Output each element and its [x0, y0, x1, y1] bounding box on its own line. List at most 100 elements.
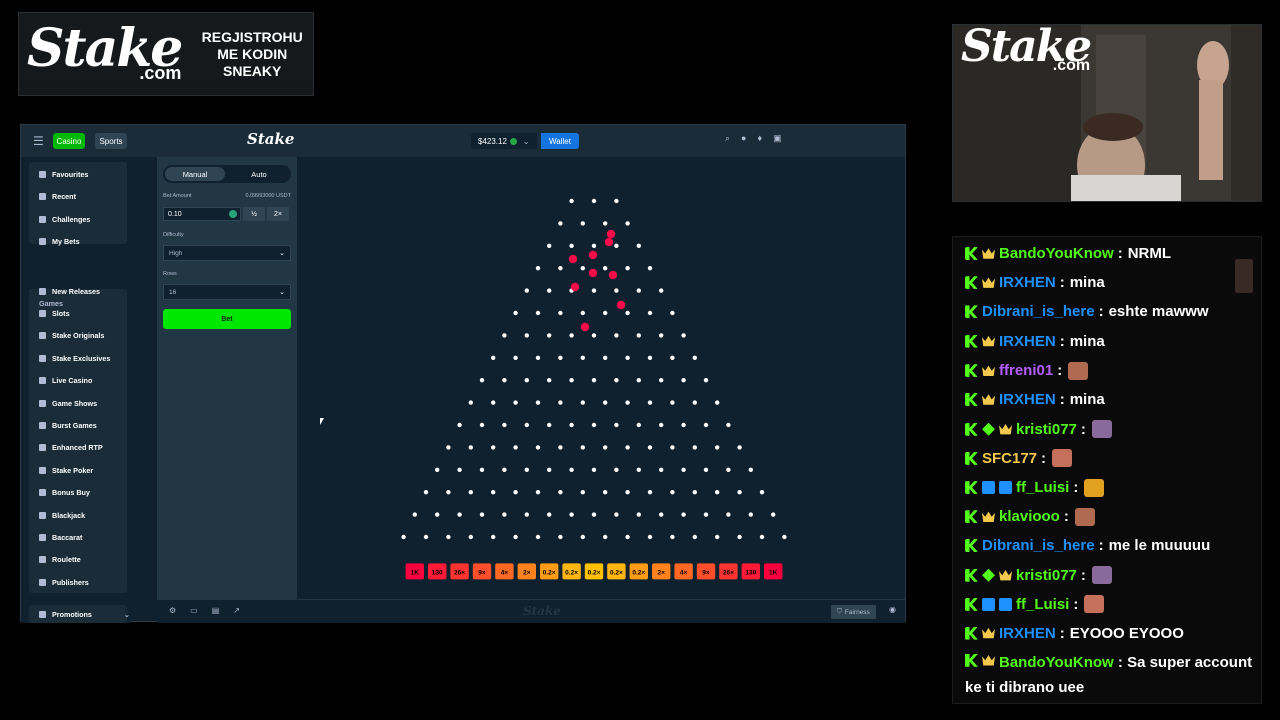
badge-crown-icon: [982, 365, 995, 376]
difficulty-select[interactable]: High ⌄: [163, 245, 291, 261]
chat-username[interactable]: kristi077: [1016, 421, 1077, 438]
baccarat-icon: [39, 533, 46, 541]
peg: [659, 512, 664, 517]
peg: [502, 333, 507, 338]
sidebar-item-favourites[interactable]: Favourites: [39, 167, 88, 181]
plinko-ball: [588, 250, 598, 260]
fairness-button[interactable]: ⛉ Fairness: [831, 605, 876, 619]
chat-separator: :: [1117, 245, 1123, 262]
notification-icon[interactable]: ♦: [757, 133, 762, 144]
chat-username[interactable]: ff_Luisi: [1016, 596, 1069, 613]
sidebar-item-roulette[interactable]: Roulette: [39, 553, 81, 567]
chat-username[interactable]: BandoYouKnow: [999, 245, 1114, 262]
settings-icon[interactable]: ⚙: [169, 606, 176, 615]
sidebar-item-burst-games[interactable]: Burst Games: [39, 418, 97, 432]
peg: [569, 512, 574, 517]
stats-icon[interactable]: ▤: [212, 606, 220, 615]
theatre-icon[interactable]: ▭: [190, 606, 198, 615]
chat-username[interactable]: ffreni01: [999, 362, 1053, 379]
plinko-ball: [588, 268, 598, 278]
menu-icon[interactable]: ☰: [33, 134, 44, 148]
peg: [603, 221, 608, 226]
chat-username[interactable]: IRXHEN: [999, 274, 1056, 291]
chat-username[interactable]: IRXHEN: [999, 391, 1056, 408]
peg: [591, 422, 597, 428]
plinko-ball: [608, 270, 618, 280]
peg: [603, 534, 608, 540]
currency-icon: [509, 137, 517, 145]
sidebar-item-stake-poker[interactable]: Stake Poker: [39, 463, 93, 477]
balance-display[interactable]: $423.12 ⌄: [471, 133, 537, 149]
peg: [513, 534, 518, 540]
multiplier-label: 4×: [501, 569, 509, 576]
chat-username[interactable]: kristi077: [1016, 567, 1077, 584]
sidebar-item-baccarat[interactable]: Baccarat: [39, 530, 82, 544]
sports-tab[interactable]: Sports: [95, 133, 127, 149]
sidebar-item-recent[interactable]: Recent: [39, 190, 76, 204]
chat-username[interactable]: BandoYouKnow: [999, 654, 1114, 671]
bet-amount-label: Bet Amount: [163, 193, 192, 199]
multiplier-label: 0.2×: [632, 569, 645, 576]
live-stats-icon[interactable]: ↗: [233, 606, 240, 615]
peg: [580, 221, 585, 226]
peg: [614, 198, 619, 204]
peg: [535, 310, 541, 316]
sidebar-item-label: Publishers: [52, 577, 89, 587]
wallet-button[interactable]: Wallet: [541, 133, 579, 149]
chat-text: NRML: [1127, 245, 1172, 262]
peg: [636, 512, 641, 517]
chat-username[interactable]: Dibrani_is_here: [982, 303, 1095, 320]
sidebar-item-stake-originals[interactable]: Stake Originals: [39, 329, 104, 343]
peg: [412, 512, 417, 517]
sidebar-item-label: New Releases: [52, 286, 100, 296]
chat-username[interactable]: klaviooo: [999, 508, 1060, 525]
headset-icon[interactable]: ◉: [889, 605, 896, 614]
half-button[interactable]: ½: [243, 207, 265, 221]
sidebar-item-new-releases[interactable]: New Releases: [39, 284, 100, 298]
emote-icon: [1091, 420, 1112, 439]
sidebar-item-live-casino[interactable]: Live Casino: [39, 374, 92, 388]
chat-text: mina: [1069, 332, 1105, 350]
bet-button[interactable]: Bet: [163, 309, 291, 329]
peg: [479, 422, 485, 428]
peg: [647, 266, 653, 271]
fairness-label: Fairness: [844, 608, 870, 616]
peg: [524, 333, 529, 338]
sidebar-item-stake-exclusives[interactable]: Stake Exclusives: [39, 351, 110, 365]
sidebar-item-promotions[interactable]: Promotions ⌄: [39, 607, 130, 621]
search-icon[interactable]: ⌕: [725, 133, 730, 144]
chat-username[interactable]: IRXHEN: [999, 625, 1056, 642]
stake-top-logo[interactable]: Stake: [247, 130, 294, 148]
peg: [513, 400, 518, 405]
chat-username[interactable]: SFC177: [982, 450, 1037, 467]
sidebar-item-bonus-buy[interactable]: Bonus Buy: [39, 486, 90, 500]
chat-username[interactable]: Dibrani_is_here: [982, 537, 1095, 554]
sidebar-item-my-bets[interactable]: My Bets: [39, 235, 80, 249]
sidebar-item-publishers[interactable]: Publishers: [39, 575, 89, 589]
chat-toggle-icon[interactable]: ▣: [773, 133, 782, 144]
webcam-feed: Stake .com: [952, 24, 1262, 202]
sidebar-item-challenges[interactable]: Challenges: [39, 212, 90, 226]
manual-tab[interactable]: Manual: [165, 167, 225, 181]
sidebar-item-enhanced-rtp[interactable]: Enhanced RTP: [39, 441, 103, 455]
mouse-cursor: [320, 418, 324, 425]
peg: [625, 221, 630, 226]
sidebar-item-game-shows[interactable]: Game Shows: [39, 396, 97, 410]
chat-username[interactable]: ff_Luisi: [1016, 479, 1069, 496]
chat-text: mina: [1069, 391, 1105, 408]
peg: [692, 445, 697, 450]
sidebar-item-blackjack[interactable]: Blackjack: [39, 508, 85, 522]
sidebar-item-slots[interactable]: Slots: [39, 306, 70, 320]
double-button[interactable]: 2×: [267, 207, 289, 221]
badge-k-icon: [965, 247, 978, 260]
peg: [547, 422, 552, 428]
peg: [569, 378, 574, 383]
casino-tab[interactable]: Casino: [53, 133, 85, 149]
user-icon[interactable]: ●: [741, 133, 746, 144]
auto-tab[interactable]: Auto: [229, 167, 289, 181]
chat-username[interactable]: IRXHEN: [999, 333, 1056, 350]
multiplier-label: 1K: [769, 569, 778, 576]
peg: [647, 534, 653, 540]
sidebar-item-label: Stake Poker: [52, 465, 94, 475]
rows-select[interactable]: 16 ⌄: [163, 284, 291, 300]
